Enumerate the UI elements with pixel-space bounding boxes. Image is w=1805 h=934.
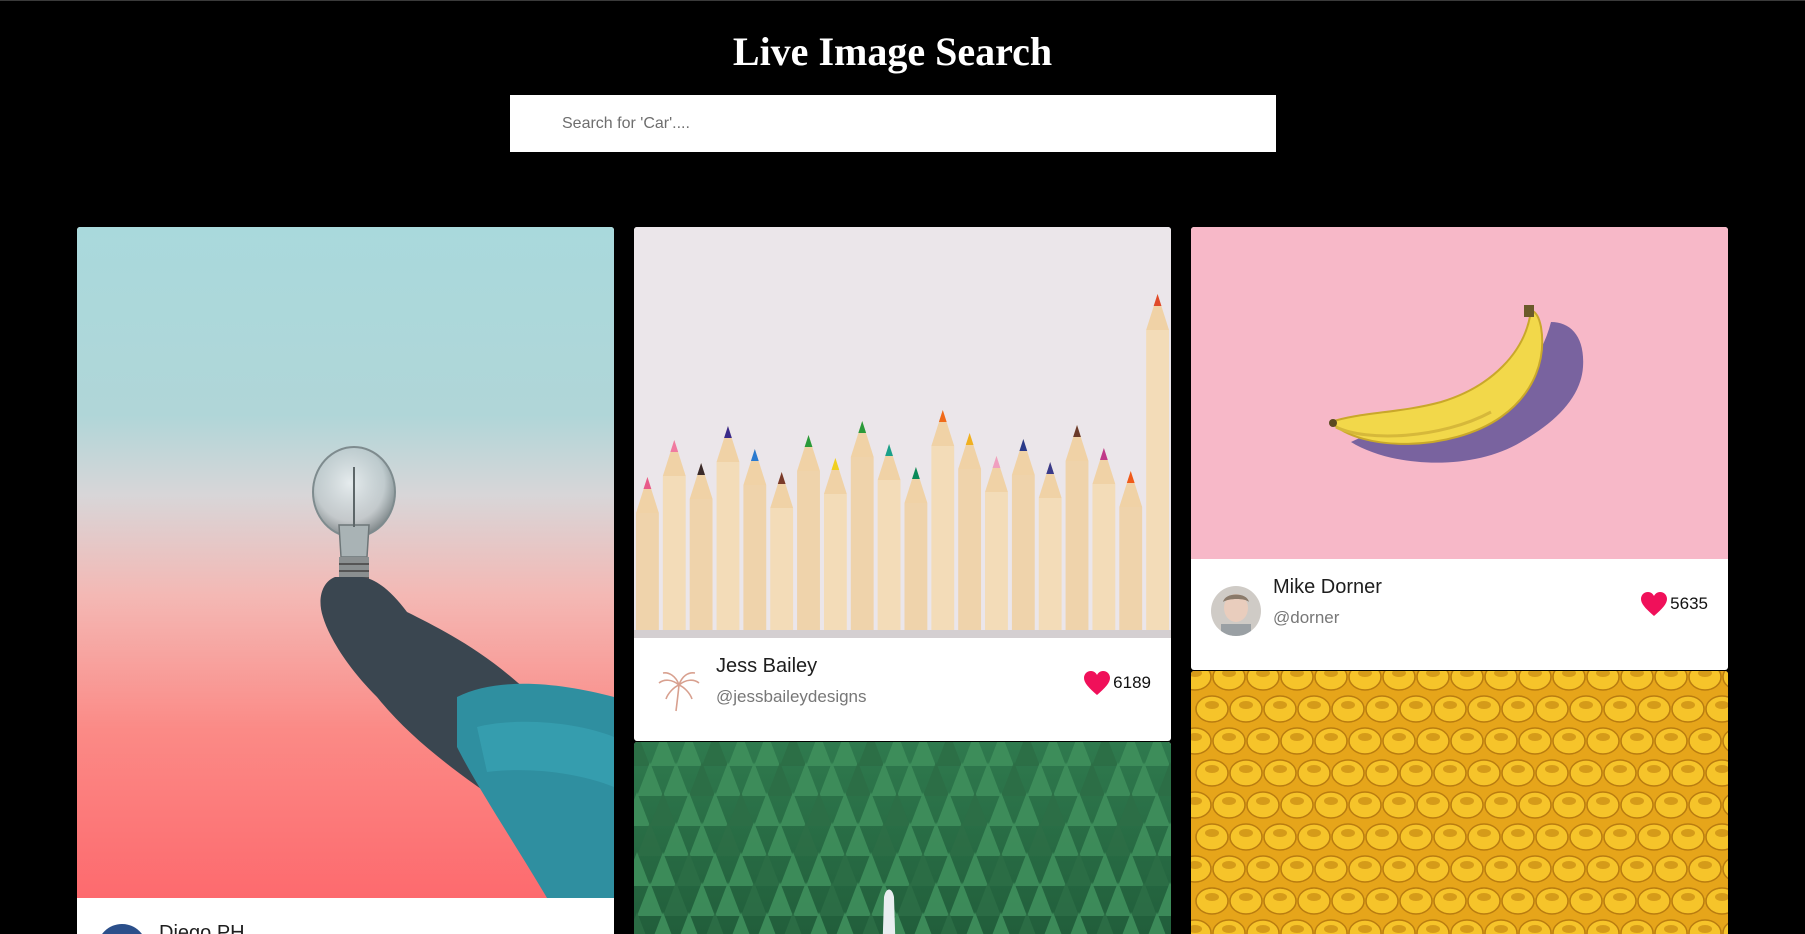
likes-count[interactable]: 6189 <box>1083 670 1151 696</box>
card-photo[interactable] <box>634 742 1171 934</box>
user-name[interactable]: Jess Bailey <box>716 655 817 678</box>
user-handle: @dorner <box>1273 608 1340 627</box>
card-photo[interactable] <box>1191 671 1728 934</box>
heart-icon[interactable] <box>1083 670 1111 696</box>
image-card[interactable]: Mike Dorner @dorner 5635 <box>1191 227 1728 670</box>
avatar[interactable] <box>1211 586 1261 636</box>
user-handle: @jessbaileydesigns <box>716 687 867 706</box>
likes-count[interactable]: 5635 <box>1640 591 1708 617</box>
user-name[interactable]: Mike Dorner <box>1273 576 1382 599</box>
card-footer: Diego PH <box>77 898 614 934</box>
likes-value: 6189 <box>1113 673 1151 692</box>
card-photo[interactable] <box>1191 227 1728 559</box>
search-input[interactable] <box>510 95 1276 152</box>
heart-icon[interactable] <box>1640 591 1668 617</box>
user-name[interactable]: Diego PH <box>159 922 245 934</box>
top-border <box>0 0 1805 1</box>
avatar[interactable] <box>654 665 704 715</box>
card-photo[interactable] <box>634 227 1171 638</box>
avatar[interactable] <box>97 924 147 934</box>
card-footer: Jess Bailey @jessbaileydesigns 6189 <box>634 638 1171 741</box>
palm-tree-icon <box>658 672 700 712</box>
image-card[interactable] <box>1191 671 1728 934</box>
card-footer: Mike Dorner @dorner 5635 <box>1191 559 1728 670</box>
likes-value: 5635 <box>1670 594 1708 613</box>
page-title: Live Image Search <box>732 29 1053 74</box>
card-photo[interactable] <box>77 227 614 898</box>
image-card[interactable]: Diego PH <box>77 227 614 934</box>
image-card[interactable] <box>634 742 1171 934</box>
image-card[interactable]: Jess Bailey @jessbaileydesigns 6189 <box>634 227 1171 741</box>
